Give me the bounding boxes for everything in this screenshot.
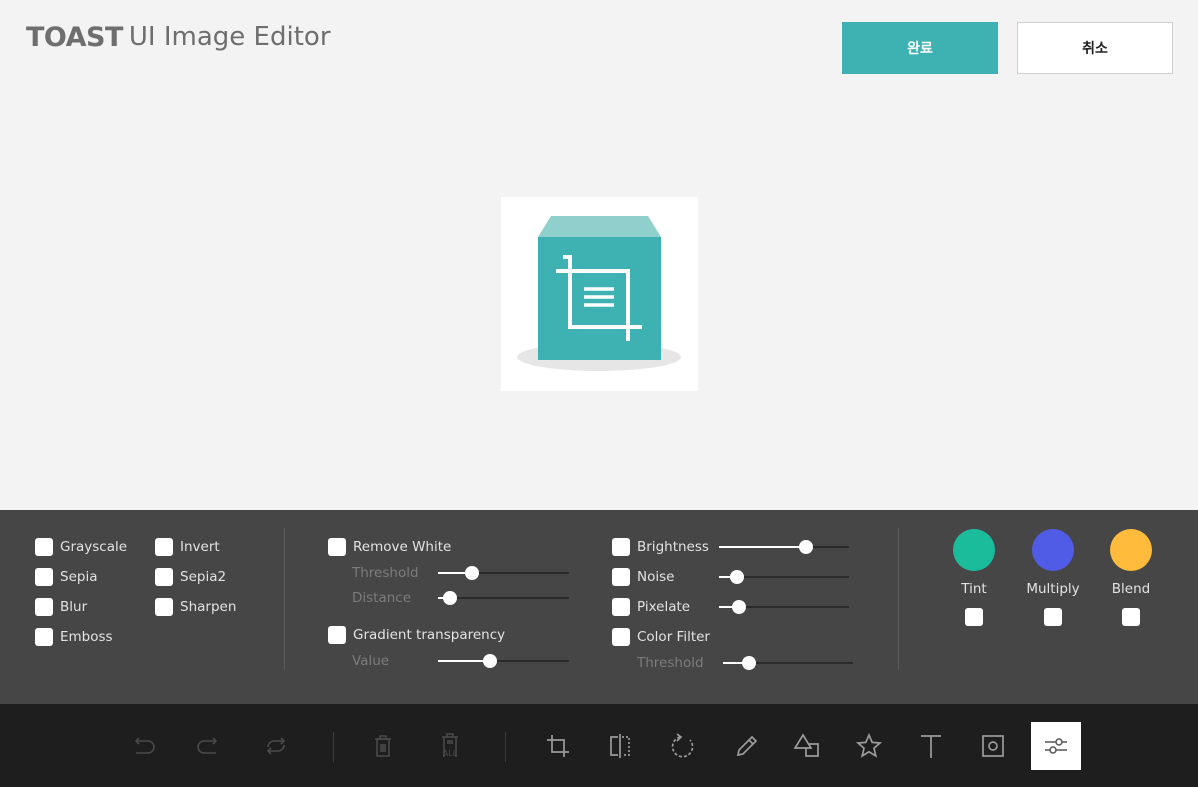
sepia-checkbox[interactable] [35, 568, 53, 586]
canvas-image[interactable] [501, 197, 698, 391]
shape-icon[interactable] [784, 723, 830, 769]
gradient-transparency-label: Gradient transparency [353, 627, 506, 643]
flip-icon[interactable] [597, 723, 643, 769]
tint-checkbox[interactable] [965, 608, 983, 626]
toolbar-separator [505, 732, 506, 762]
draw-icon[interactable] [723, 723, 769, 769]
delete-all-icon[interactable]: ALL [427, 723, 473, 769]
bottom-toolbar: ALL [0, 704, 1198, 787]
sepia-label: Sepia [60, 569, 98, 585]
reset-icon[interactable] [253, 723, 299, 769]
color-filter-checkbox[interactable] [612, 628, 630, 646]
filter-invert[interactable]: Invert [155, 537, 220, 557]
emboss-checkbox[interactable] [35, 628, 53, 646]
filter-color-filter[interactable]: Color Filter [612, 627, 710, 647]
blur-label: Blur [60, 599, 88, 615]
filter-grayscale[interactable]: Grayscale [35, 537, 127, 557]
sepia2-checkbox[interactable] [155, 568, 173, 586]
remove-white-checkbox[interactable] [328, 538, 346, 556]
mask-icon[interactable] [970, 723, 1016, 769]
value-label: Value [352, 653, 390, 669]
noise-slider[interactable] [719, 570, 849, 584]
grayscale-label: Grayscale [60, 539, 128, 555]
color-filter-label: Color Filter [637, 629, 710, 645]
cancel-button[interactable]: 취소 [1017, 22, 1173, 74]
done-button[interactable]: 완료 [842, 22, 998, 74]
gradient-transparency-checkbox[interactable] [328, 626, 346, 644]
gradient-value-slider[interactable] [438, 654, 569, 668]
toolbar-separator [333, 732, 334, 762]
pixelate-checkbox[interactable] [612, 598, 630, 616]
blur-checkbox[interactable] [35, 598, 53, 616]
color-filter-threshold-slider[interactable] [723, 656, 853, 670]
noise-label: Noise [637, 569, 675, 585]
divider [898, 528, 899, 670]
icon-icon[interactable] [846, 723, 892, 769]
sharpen-label: Sharpen [180, 599, 237, 615]
blend-label: Blend [1111, 581, 1151, 597]
crop-box-illustration [517, 216, 681, 371]
logo-brand: TOAST [26, 21, 123, 53]
emboss-label: Emboss [60, 629, 113, 645]
brightness-slider[interactable] [719, 540, 849, 554]
color-threshold-label: Threshold [637, 655, 704, 671]
invert-label: Invert [180, 539, 220, 555]
multiply-checkbox[interactable] [1044, 608, 1062, 626]
remove-white-distance-slider[interactable] [438, 591, 569, 605]
logo-product-name: UI Image Editor [128, 22, 331, 52]
filter-emboss[interactable]: Emboss [35, 627, 113, 647]
filter-icon[interactable] [1031, 722, 1081, 770]
brightness-label: Brightness [637, 539, 709, 555]
divider [284, 528, 285, 670]
blend-color-swatch[interactable] [1110, 529, 1152, 571]
sharpen-checkbox[interactable] [155, 598, 173, 616]
blend-checkbox[interactable] [1122, 608, 1140, 626]
text-icon[interactable] [908, 723, 954, 769]
filter-gradient-transparency[interactable]: Gradient transparency [328, 625, 505, 645]
remove-white-label: Remove White [353, 539, 452, 555]
delete-icon[interactable] [360, 723, 406, 769]
multiply-label: Multiply [1026, 581, 1080, 597]
filter-blur[interactable]: Blur [35, 597, 87, 617]
multiply-color-swatch[interactable] [1032, 529, 1074, 571]
filter-sepia[interactable]: Sepia [35, 567, 97, 587]
delete-all-text: ALL [443, 749, 458, 758]
redo-icon[interactable] [186, 723, 232, 769]
grayscale-checkbox[interactable] [35, 538, 53, 556]
filter-noise[interactable]: Noise [612, 567, 674, 587]
distance-label: Distance [352, 590, 412, 606]
threshold-label: Threshold [352, 565, 419, 581]
tint-color-swatch[interactable] [953, 529, 995, 571]
tint-label: Tint [961, 581, 987, 597]
invert-checkbox[interactable] [155, 538, 173, 556]
remove-white-threshold-slider[interactable] [438, 566, 569, 580]
filter-sharpen[interactable]: Sharpen [155, 597, 236, 617]
filter-brightness[interactable]: Brightness [612, 537, 709, 557]
filter-panel: Grayscale Sepia Blur Emboss Invert Sepia… [0, 510, 1198, 704]
undo-icon[interactable] [120, 723, 166, 769]
filter-pixelate[interactable]: Pixelate [612, 597, 690, 617]
image-editor: TOAST UI Image Editor 완료 취소 Grayscale Se… [0, 0, 1198, 787]
pixelate-slider[interactable] [719, 600, 849, 614]
noise-checkbox[interactable] [612, 568, 630, 586]
filter-sepia2[interactable]: Sepia2 [155, 567, 226, 587]
crop-icon[interactable] [535, 723, 581, 769]
logo: TOAST UI Image Editor [26, 20, 331, 54]
pixelate-label: Pixelate [637, 599, 691, 615]
filter-remove-white[interactable]: Remove White [328, 537, 451, 557]
rotate-icon[interactable] [660, 723, 706, 769]
sepia2-label: Sepia2 [180, 569, 227, 585]
brightness-checkbox[interactable] [612, 538, 630, 556]
